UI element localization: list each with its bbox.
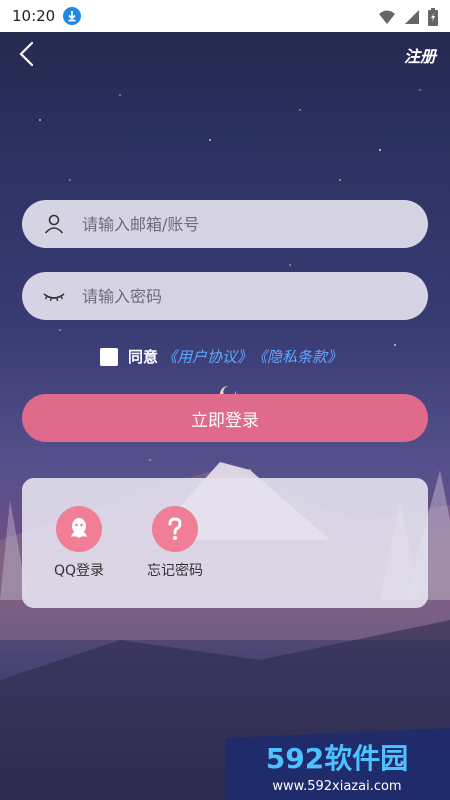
- qq-login-option[interactable]: QQ登录: [44, 506, 114, 580]
- qq-icon: [71, 518, 87, 538]
- question-icon: [168, 517, 182, 540]
- password-field[interactable]: [22, 272, 428, 320]
- password-input[interactable]: [80, 285, 384, 307]
- privacy-policy-link[interactable]: 《隐私条款》: [252, 346, 342, 367]
- back-arrow-icon[interactable]: [14, 40, 42, 68]
- agree-checkbox[interactable]: [100, 347, 118, 366]
- qq-icon-circle: [56, 506, 102, 552]
- qq-login-label: QQ登录: [53, 563, 105, 579]
- watermark-brand: 592软件园: [266, 742, 408, 775]
- eye-closed-icon[interactable]: [42, 284, 66, 308]
- account-input[interactable]: [80, 213, 384, 235]
- forgot-password-option[interactable]: 忘记密码: [140, 506, 210, 580]
- watermark-url: www.592xiazai.com: [272, 779, 401, 794]
- top-bar: 注册: [0, 32, 450, 76]
- login-options-panel: QQ登录 忘记密码: [22, 478, 428, 608]
- status-bar: 10:20: [0, 0, 450, 32]
- status-icons: [378, 8, 438, 26]
- battery-icon: [428, 8, 438, 26]
- wifi-icon: [379, 10, 395, 24]
- register-link[interactable]: 注册: [404, 43, 436, 67]
- agree-label: 同意: [128, 348, 159, 366]
- agreement-row: 同意 《用户协议》 《隐私条款》: [100, 346, 342, 367]
- forgot-password-label: 忘记密码: [147, 563, 203, 579]
- login-button[interactable]: 立即登录: [22, 394, 428, 442]
- download-icon: [63, 7, 82, 25]
- watermark: 592软件园 www.592xiazai.com: [225, 728, 450, 800]
- signal-icon: [405, 10, 419, 24]
- account-field[interactable]: [22, 200, 428, 248]
- question-icon-circle: [152, 506, 198, 552]
- user-icon: [44, 214, 64, 234]
- user-agreement-link[interactable]: 《用户协议》: [162, 346, 252, 367]
- status-time: 10:20: [12, 7, 56, 25]
